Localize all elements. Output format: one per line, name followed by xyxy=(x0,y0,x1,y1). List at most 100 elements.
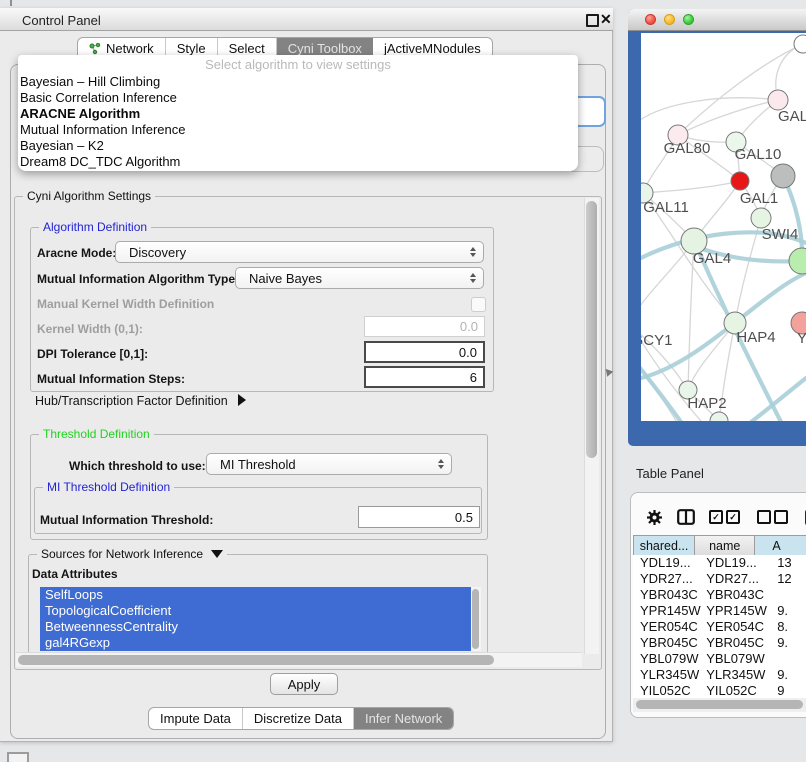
dropdown-item[interactable]: Bayesian – Hill Climbing xyxy=(18,74,578,90)
table-panel-title: Table Panel xyxy=(636,466,704,481)
bottom-corner-icon[interactable] xyxy=(7,752,29,762)
network-node-GAL1[interactable] xyxy=(731,172,749,190)
attribute-list-item[interactable]: SelfLoops xyxy=(40,587,471,603)
which-threshold-label: Which threshold to use: xyxy=(69,459,206,473)
node-label: SWI4 xyxy=(762,226,799,243)
network-node-GAL[interactable] xyxy=(768,90,788,110)
kernel-width-label: Kernel Width (0,1): xyxy=(37,322,143,336)
cell-shared-name: YDL19... xyxy=(633,555,706,571)
node-label: HAP2 xyxy=(687,395,726,412)
tab-impute-data[interactable]: Impute Data xyxy=(149,708,243,729)
cell-shared-name: YDR27... xyxy=(633,571,706,587)
table-row[interactable]: YBL079WYBL079W xyxy=(633,651,806,667)
table-row[interactable]: YPR145WYPR145W9. xyxy=(633,603,806,619)
dropdown-item[interactable]: Dream8 DC_TDC Algorithm xyxy=(18,154,578,170)
checked-boxes-icon[interactable]: ✓✓ xyxy=(709,510,743,524)
split-columns-icon[interactable] xyxy=(677,509,695,525)
cell-shared-name: YBR045C xyxy=(633,635,706,651)
aracne-mode-combobox[interactable]: Discovery xyxy=(115,241,484,263)
cell-shared-name: YLR345W xyxy=(633,667,706,683)
network-edge[interactable] xyxy=(641,98,778,123)
cell-value: 9. xyxy=(777,603,806,619)
dropdown-item[interactable]: Basic Correlation Inference xyxy=(18,90,578,106)
network-edge-highlighted[interactable] xyxy=(641,273,806,378)
network-graph-icon xyxy=(89,43,101,55)
network-node[interactable] xyxy=(751,208,771,228)
attributes-scrollbar-thumb[interactable] xyxy=(472,589,479,649)
sources-expander[interactable]: Sources for Network Inference xyxy=(37,547,227,561)
tab-infer-network[interactable]: Infer Network xyxy=(354,708,453,729)
attribute-list-item[interactable]: gal4RGexp xyxy=(40,635,471,651)
apply-button[interactable]: Apply xyxy=(270,673,338,695)
network-node[interactable] xyxy=(794,35,806,53)
node-label: GAL80 xyxy=(664,140,711,157)
stepper-arrows-icon xyxy=(470,273,476,283)
column-header-name[interactable]: name xyxy=(695,536,755,555)
mi-threshold-definition-title: MI Threshold Definition xyxy=(43,480,174,494)
mi-algorithm-type-label: Mutual Information Algorithm Type: xyxy=(37,272,239,286)
table-row[interactable]: YBR043CYBR043C xyxy=(633,587,806,603)
aracne-mode-label: Aracne Mode: xyxy=(37,246,116,260)
mi-algorithm-type-value: Naive Bayes xyxy=(249,271,322,286)
cell-name: YER054C xyxy=(706,619,777,635)
stepper-arrows-icon xyxy=(470,247,476,257)
algorithm-definition-title: Algorithm Definition xyxy=(39,220,151,234)
node-label: GAL xyxy=(778,108,806,125)
dpi-tolerance-field[interactable]: 0.0 xyxy=(364,341,485,363)
manual-kernel-width-checkbox[interactable] xyxy=(471,297,486,312)
attribute-list-item[interactable]: BetweennessCentrality xyxy=(40,619,471,635)
network-node[interactable] xyxy=(710,412,728,421)
tab-label: Impute Data xyxy=(160,711,231,726)
mi-threshold-field[interactable]: 0.5 xyxy=(358,506,480,528)
table-hscrollbar-thumb[interactable] xyxy=(636,700,803,709)
table-row[interactable]: YER054CYER054C8. xyxy=(633,619,806,635)
network-canvas[interactable]: GALGAL80GAL10GAL1GAL11GAL4SWI4GCY1HAP4YH… xyxy=(641,33,806,421)
cell-value: 8. xyxy=(777,619,806,635)
network-graph: GALGAL80GAL10GAL1GAL11GAL4SWI4GCY1HAP4YH… xyxy=(641,33,806,421)
tab-discretize-data[interactable]: Discretize Data xyxy=(243,708,354,729)
unchecked-boxes-icon[interactable] xyxy=(757,510,791,524)
table-row[interactable]: YBR045CYBR045C9. xyxy=(633,635,806,651)
stepper-arrows-icon xyxy=(438,459,444,469)
dropdown-item[interactable]: ARACNE Algorithm xyxy=(18,106,578,122)
table-row[interactable]: YDL19...YDL19...13 xyxy=(633,555,806,571)
table-header-row: shared...nameA xyxy=(633,535,806,556)
kernel-width-field[interactable]: 0.0 xyxy=(364,316,485,337)
close-traffic-light[interactable] xyxy=(645,14,656,25)
table-row[interactable]: YLR345WYLR345W9. xyxy=(633,667,806,683)
data-attributes-list[interactable]: SelfLoopsTopologicalCoefficientBetweenne… xyxy=(40,587,481,651)
network-edge[interactable] xyxy=(643,181,740,193)
tab-label: jActiveMNodules xyxy=(384,41,481,56)
tab-label: Infer Network xyxy=(365,711,442,726)
gear-icon[interactable] xyxy=(646,509,663,526)
node-label: GCY1 xyxy=(641,332,672,349)
close-panel-icon[interactable]: ✕ xyxy=(600,11,612,28)
dropdown-item[interactable]: Mutual Information Inference xyxy=(18,122,578,138)
settings-vscrollbar-thumb[interactable] xyxy=(586,201,597,458)
node-label: GAL10 xyxy=(735,146,782,163)
manual-kernel-width-label: Manual Kernel Width Definition xyxy=(37,297,214,311)
table-row[interactable]: YDR27...YDR27...12 xyxy=(633,571,806,587)
zoom-traffic-light[interactable] xyxy=(683,14,694,25)
minimize-traffic-light[interactable] xyxy=(664,14,675,25)
column-header-shared[interactable]: shared... xyxy=(634,536,695,555)
mi-steps-field[interactable]: 6 xyxy=(364,366,485,388)
mi-algorithm-type-combobox[interactable]: Naive Bayes xyxy=(235,267,484,289)
cell-shared-name: YBR043C xyxy=(633,587,706,603)
cell-shared-name: YPR145W xyxy=(633,603,706,619)
column-header-A[interactable]: A xyxy=(755,536,806,555)
cell-name: YBR045C xyxy=(706,635,777,651)
settings-hscrollbar-thumb[interactable] xyxy=(18,655,494,665)
sources-title: Sources for Network Inference xyxy=(41,547,203,561)
network-edge[interactable] xyxy=(688,323,735,390)
attribute-list-item[interactable]: TopologicalCoefficient xyxy=(40,603,471,619)
dropdown-item[interactable]: Bayesian – K2 xyxy=(18,138,578,154)
node-label: GAL1 xyxy=(740,190,778,207)
network-edge[interactable] xyxy=(678,100,778,135)
network-node[interactable] xyxy=(771,164,795,188)
hub-definition-expander[interactable]: Hub/Transcription Factor Definition xyxy=(35,394,246,408)
float-window-icon[interactable] xyxy=(586,14,599,27)
which-threshold-combobox[interactable]: MI Threshold xyxy=(206,453,452,475)
network-node-SWI4[interactable] xyxy=(789,248,806,274)
table-row[interactable]: YIL052CYIL052C9 xyxy=(633,683,806,698)
